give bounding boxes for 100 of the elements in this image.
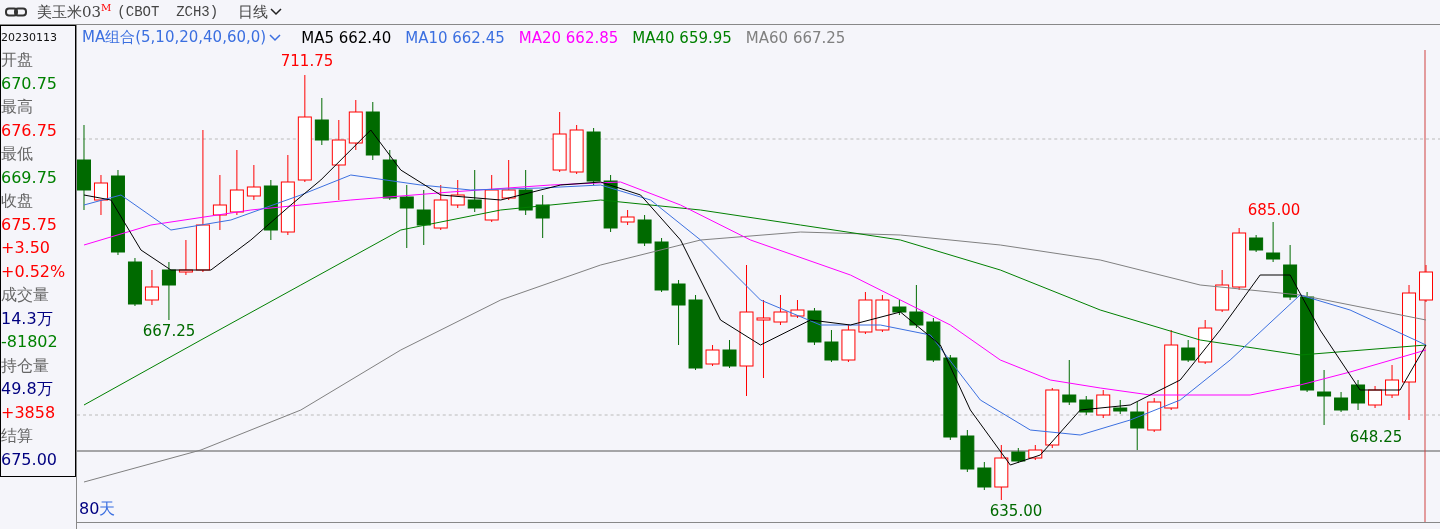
field-value: -81802 bbox=[1, 331, 59, 353]
candlestick bbox=[875, 294, 890, 333]
field-label: 最高 bbox=[1, 96, 34, 118]
moving-average-value: MA10 662.45 bbox=[405, 28, 505, 47]
candlestick bbox=[1215, 269, 1230, 313]
candlestick bbox=[909, 284, 924, 329]
candlestick bbox=[722, 339, 737, 369]
candlestick bbox=[229, 149, 244, 216]
candlestick bbox=[773, 294, 788, 326]
candlestick bbox=[144, 269, 159, 306]
candlestick bbox=[161, 261, 176, 321]
candlestick bbox=[1249, 234, 1264, 253]
field-value: +3858 bbox=[1, 401, 57, 424]
field-value: +3.50 bbox=[1, 237, 52, 259]
candlestick bbox=[552, 111, 567, 173]
field-value: 669.75 bbox=[1, 166, 58, 189]
candlestick bbox=[1062, 359, 1077, 406]
field-value: 675.00 bbox=[1, 448, 58, 471]
candlestick bbox=[586, 127, 601, 186]
moving-average-value: MA40 659.95 bbox=[632, 28, 732, 47]
candlestick bbox=[569, 124, 584, 175]
period-dropdown[interactable]: 日线 bbox=[238, 2, 283, 22]
candlestick bbox=[263, 179, 278, 241]
candlestick bbox=[433, 184, 448, 231]
price-label: 667.25 bbox=[142, 322, 196, 340]
candlestick bbox=[977, 461, 992, 491]
field-label: 结算 bbox=[1, 425, 34, 447]
candlestick bbox=[1419, 264, 1433, 303]
field-label: 收盘 bbox=[1, 190, 34, 212]
candlestick bbox=[1283, 244, 1298, 301]
candlestick bbox=[501, 159, 516, 201]
candlestick bbox=[841, 324, 856, 363]
candlestick bbox=[1351, 379, 1366, 411]
caret-icon bbox=[269, 33, 282, 42]
candlestick bbox=[535, 194, 550, 239]
candlestick bbox=[1317, 369, 1332, 426]
field-label: 开盘 bbox=[1, 49, 34, 71]
candlestick bbox=[1147, 397, 1162, 433]
candlestick bbox=[382, 149, 397, 201]
candlestick bbox=[603, 174, 618, 233]
field-value: 49.8万 bbox=[1, 378, 54, 400]
price-label: 648.25 bbox=[1349, 428, 1403, 446]
candlestick bbox=[654, 237, 669, 293]
candlestick bbox=[518, 169, 533, 216]
candlestick bbox=[1232, 227, 1247, 291]
field-value: +0.52% bbox=[1, 260, 67, 283]
candlestick bbox=[450, 179, 465, 209]
field-value: 670.75 bbox=[1, 72, 58, 95]
candlestick bbox=[1334, 391, 1349, 413]
candlestick bbox=[994, 444, 1009, 501]
moving-average-value: MA20 662.85 bbox=[518, 28, 619, 47]
date-text: 20230113 bbox=[1, 30, 58, 46]
candlestick bbox=[824, 329, 839, 363]
candlestick bbox=[1096, 389, 1111, 419]
candlestick bbox=[926, 317, 941, 363]
price-label: 635.00 bbox=[989, 502, 1043, 520]
price-label: 711.75 bbox=[280, 52, 334, 70]
candlestick bbox=[348, 99, 363, 151]
candlestick bbox=[365, 101, 380, 161]
caret-icon bbox=[270, 8, 283, 16]
candlestick bbox=[1385, 364, 1400, 399]
candlestick bbox=[1198, 319, 1213, 365]
candlestick bbox=[484, 174, 499, 223]
candlestick bbox=[892, 299, 907, 316]
range-label: 80天 bbox=[79, 499, 116, 520]
link-icon[interactable] bbox=[5, 7, 27, 17]
candlestick bbox=[620, 209, 635, 226]
candlestick bbox=[1011, 447, 1026, 464]
candlestick bbox=[1028, 444, 1043, 461]
instrument-name: 美玉米03$^{M}$ bbox=[37, 2, 112, 22]
candlestick bbox=[705, 344, 720, 367]
candlestick bbox=[1045, 387, 1060, 449]
candlestick bbox=[94, 174, 108, 216]
candlestick bbox=[960, 429, 975, 473]
moving-average-value: MA5 662.40 bbox=[301, 28, 392, 47]
candlestick bbox=[467, 169, 482, 213]
candlestick bbox=[858, 291, 873, 335]
field-value: 14.3万 bbox=[1, 307, 54, 330]
field-value: 675.75 bbox=[1, 213, 58, 236]
candlestick bbox=[1130, 401, 1145, 451]
field-label: 最低 bbox=[1, 143, 34, 165]
price-label: 685.00 bbox=[1247, 201, 1301, 219]
candlestick bbox=[1079, 395, 1094, 416]
field-label: 持仓量 bbox=[1, 354, 50, 377]
candlestick bbox=[246, 164, 261, 201]
candlestick bbox=[1181, 339, 1196, 363]
candlestick bbox=[807, 307, 822, 346]
instrument-code: (CBOT ZCH3) bbox=[117, 4, 219, 20]
candlestick bbox=[212, 174, 227, 231]
candlestick bbox=[1266, 221, 1281, 263]
candlestick bbox=[416, 189, 431, 246]
moving-average-value: MA60 667.25 bbox=[745, 28, 846, 47]
candlestick bbox=[399, 184, 414, 249]
candlestick bbox=[671, 279, 686, 346]
field-value: 676.75 bbox=[1, 119, 58, 142]
candlestick bbox=[1368, 385, 1383, 409]
candlestick bbox=[637, 214, 652, 247]
candlestick bbox=[127, 257, 142, 307]
candlestick bbox=[790, 299, 805, 319]
ma-selector-dropdown[interactable]: MA组合(5,10,20,40,60,0) bbox=[82, 28, 282, 47]
